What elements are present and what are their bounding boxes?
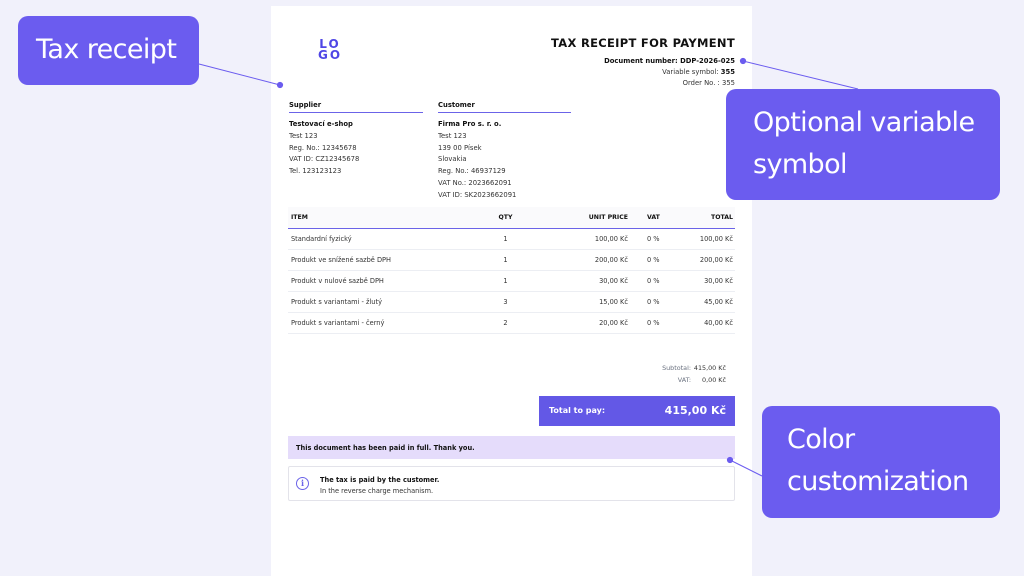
connector-variable-symbol xyxy=(742,60,859,90)
connector-dot xyxy=(739,57,747,65)
callout-text: symbol xyxy=(753,149,848,180)
callout-text: Optional variable xyxy=(753,107,975,138)
callout-tax-receipt: Tax receipt xyxy=(18,16,199,85)
callout-text: customization xyxy=(787,466,969,497)
callout-color-customization: Color customization xyxy=(762,406,1000,518)
connector-tax-receipt xyxy=(198,63,281,86)
connector-dot xyxy=(276,81,284,89)
connector-color xyxy=(729,459,763,477)
callout-variable-symbol: Optional variable symbol xyxy=(726,89,1000,200)
callout-text: Tax receipt xyxy=(36,34,177,65)
callout-text: Color xyxy=(787,424,855,455)
connector-dot xyxy=(726,456,734,464)
